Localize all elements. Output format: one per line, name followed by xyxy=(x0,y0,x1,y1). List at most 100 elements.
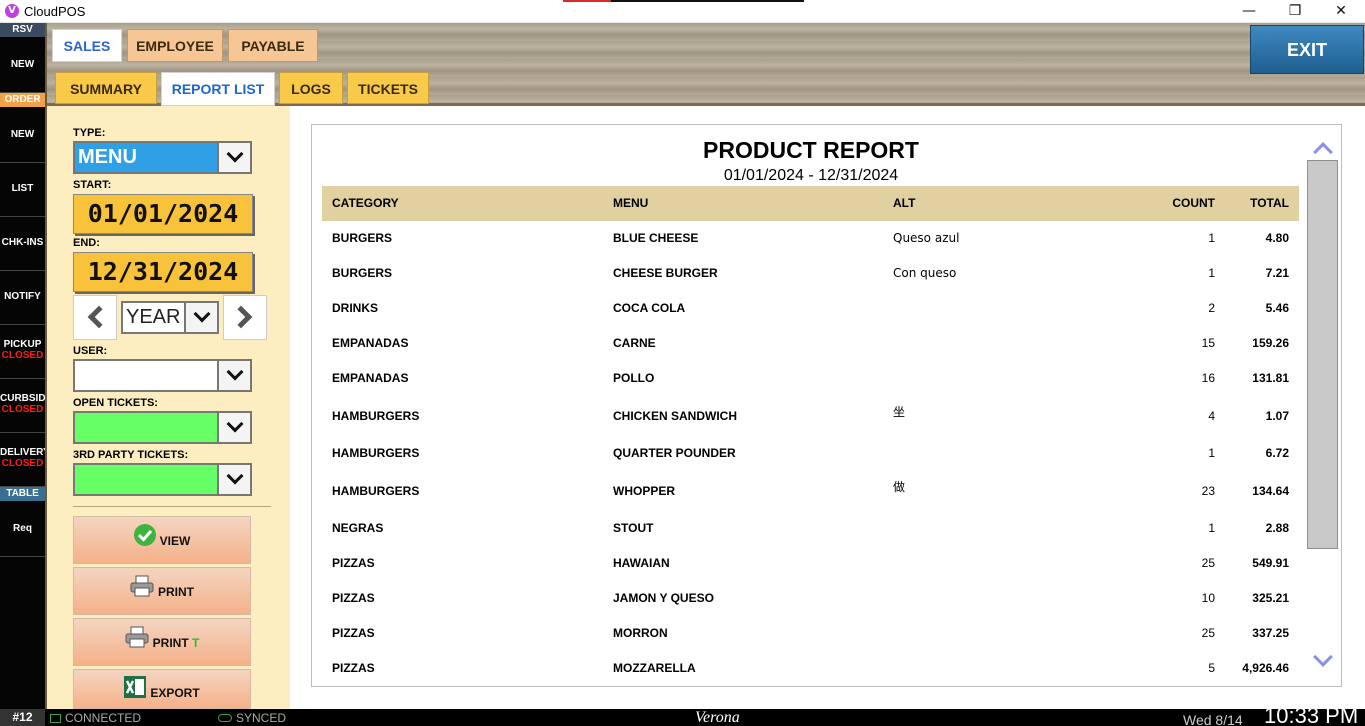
third-party-tickets-select[interactable] xyxy=(73,463,252,496)
report-date-range: 01/01/2024 - 12/31/2024 xyxy=(723,167,899,184)
chevron-down-icon[interactable] xyxy=(217,413,250,442)
sidebar-item-req[interactable]: Req xyxy=(0,501,45,557)
chevron-down-icon[interactable] xyxy=(217,361,250,390)
minimize-button[interactable]: — xyxy=(1226,0,1272,22)
previous-period-button[interactable] xyxy=(73,295,117,340)
printer-icon xyxy=(130,569,154,617)
sidebar-item-pickup[interactable]: PICKUP CLOSED xyxy=(0,325,45,379)
row-alt: Con queso xyxy=(893,266,957,280)
tab-summary[interactable]: SUMMARY xyxy=(55,72,157,104)
third-party-tickets-select-value xyxy=(75,465,217,494)
row-alt: 做 xyxy=(893,480,906,494)
export-button-label: EXPORT xyxy=(150,686,200,700)
status-time: 10:33 PM xyxy=(1264,703,1359,726)
user-label: USER: xyxy=(73,345,108,357)
row-category: NEGRAS xyxy=(332,521,384,535)
print-button[interactable]: PRINT xyxy=(73,567,251,615)
sidebar-item-label: PICKUP xyxy=(3,339,42,350)
table-row: NEGRAS STOUT 1 2.88 xyxy=(322,518,1299,538)
sidebar-item-list[interactable]: LIST xyxy=(0,163,45,217)
row-menu: STOUT xyxy=(613,521,654,535)
printer-icon xyxy=(125,620,149,668)
scroll-down-button[interactable] xyxy=(1312,647,1334,670)
type-select[interactable]: MENU xyxy=(73,141,252,174)
title-accent-red xyxy=(563,0,611,2)
sidebar-item-new-order[interactable]: NEW xyxy=(0,107,45,163)
chevron-right-icon xyxy=(229,305,253,329)
chevron-down-icon[interactable] xyxy=(217,143,250,172)
sidebar-item-chk-ins[interactable]: CHK-INS xyxy=(0,217,45,271)
row-menu: QUARTER POUNDER xyxy=(613,446,736,460)
maximize-button[interactable]: ❐ xyxy=(1272,0,1318,22)
filter-panel: TYPE: MENU START: 01/01/2024 END: 12/31/… xyxy=(47,106,290,709)
table-row: HAMBURGERS WHOPPER 做 23 134.64 xyxy=(322,480,1299,501)
sidebar-item-curbside[interactable]: CURBSID CLOSED xyxy=(0,379,45,433)
table-row: PIZZAS MOZZARELLA 5 4,926.46 xyxy=(322,658,1299,678)
sidebar-item-label: NEW xyxy=(10,129,35,140)
sidebar-item-delivery[interactable]: DELIVERY CLOSED xyxy=(0,433,45,487)
type-label: TYPE: xyxy=(73,127,106,139)
title-bar: V CloudPOS — ❐ ✕ xyxy=(0,0,1365,23)
tab-logs[interactable]: LOGS xyxy=(279,72,343,104)
tab-report-list[interactable]: REPORT LIST xyxy=(161,72,275,106)
sidebar-item-label: DELIVERY xyxy=(0,447,45,458)
connection-label: CONNECTED xyxy=(65,711,142,725)
row-category: PIZZAS xyxy=(332,626,375,640)
open-tickets-select[interactable] xyxy=(73,411,252,444)
user-select[interactable] xyxy=(73,359,252,392)
export-button[interactable]: EXPORT xyxy=(73,669,251,709)
scrollbar-thumb[interactable] xyxy=(1307,160,1338,549)
chevron-down-icon[interactable] xyxy=(184,303,217,332)
sidebar-item-new-reservation[interactable]: NEW xyxy=(0,37,45,93)
sidebar-item-notify[interactable]: NOTIFY xyxy=(0,271,45,325)
row-total: 6.72 xyxy=(1265,446,1289,460)
network-icon xyxy=(50,714,61,723)
row-count: 5 xyxy=(1208,661,1215,675)
exit-button[interactable]: EXIT xyxy=(1250,25,1364,74)
status-date: Wed 8/14 xyxy=(1183,712,1243,726)
row-total: 131.81 xyxy=(1252,371,1289,385)
third-party-tickets-label: 3RD PARTY TICKETS: xyxy=(73,449,189,461)
row-count: 4 xyxy=(1208,409,1215,423)
print-button-label: PRINT xyxy=(158,585,194,599)
table-row: HAMBURGERS CHICKEN SANDWICH 坐 4 1.07 xyxy=(322,405,1299,426)
sync-status: SYNCED xyxy=(218,711,286,725)
row-alt: Queso azul xyxy=(893,231,960,245)
cloud-icon xyxy=(218,714,232,722)
user-select-value xyxy=(75,361,217,390)
print-tickets-suffix: T xyxy=(192,636,200,650)
panel-divider xyxy=(73,506,271,507)
row-count: 2 xyxy=(1208,301,1215,315)
sidebar-item-label: NOTIFY xyxy=(4,291,41,302)
start-date-field[interactable]: 01/01/2024 xyxy=(73,194,253,234)
connection-status: CONNECTED xyxy=(50,711,141,725)
row-menu: WHOPPER xyxy=(613,484,676,498)
tab-employee[interactable]: EMPLOYEE xyxy=(127,29,223,62)
table-row: EMPANADAS CARNE 15 159.26 xyxy=(322,333,1299,353)
tab-tickets[interactable]: TICKETS xyxy=(347,72,429,104)
period-select[interactable]: YEAR xyxy=(121,301,219,334)
row-count: 15 xyxy=(1201,336,1215,350)
next-period-button[interactable] xyxy=(223,295,267,340)
print-tickets-button[interactable]: PRINT T xyxy=(73,618,251,666)
chevron-down-icon[interactable] xyxy=(217,465,250,494)
tab-payable[interactable]: PAYABLE xyxy=(228,29,318,62)
row-total: 159.26 xyxy=(1252,336,1289,350)
app-title: CloudPOS xyxy=(24,4,86,19)
close-window-button[interactable]: ✕ xyxy=(1318,0,1364,22)
row-menu: CARNE xyxy=(613,336,656,350)
scroll-up-button[interactable] xyxy=(1312,140,1334,162)
row-category: PIZZAS xyxy=(332,591,375,605)
row-total: 4.80 xyxy=(1265,231,1289,245)
view-button[interactable]: VIEW xyxy=(73,516,251,564)
tab-sales[interactable]: SALES xyxy=(52,29,122,62)
side-nav: RSV NEW ORDER NEW LIST CHK-INS NOTIFY PI… xyxy=(0,23,45,709)
print-tickets-button-label: PRINT xyxy=(152,636,189,650)
end-date-field[interactable]: 12/31/2024 xyxy=(73,252,253,292)
row-count: 1 xyxy=(1208,266,1215,280)
row-category: PIZZAS xyxy=(332,556,375,570)
row-menu: CHICKEN SANDWICH xyxy=(613,409,737,423)
sidebar-item-label: NEW xyxy=(10,59,35,70)
app-logo-icon: V xyxy=(5,4,19,18)
row-menu: COCA COLA xyxy=(613,301,686,315)
